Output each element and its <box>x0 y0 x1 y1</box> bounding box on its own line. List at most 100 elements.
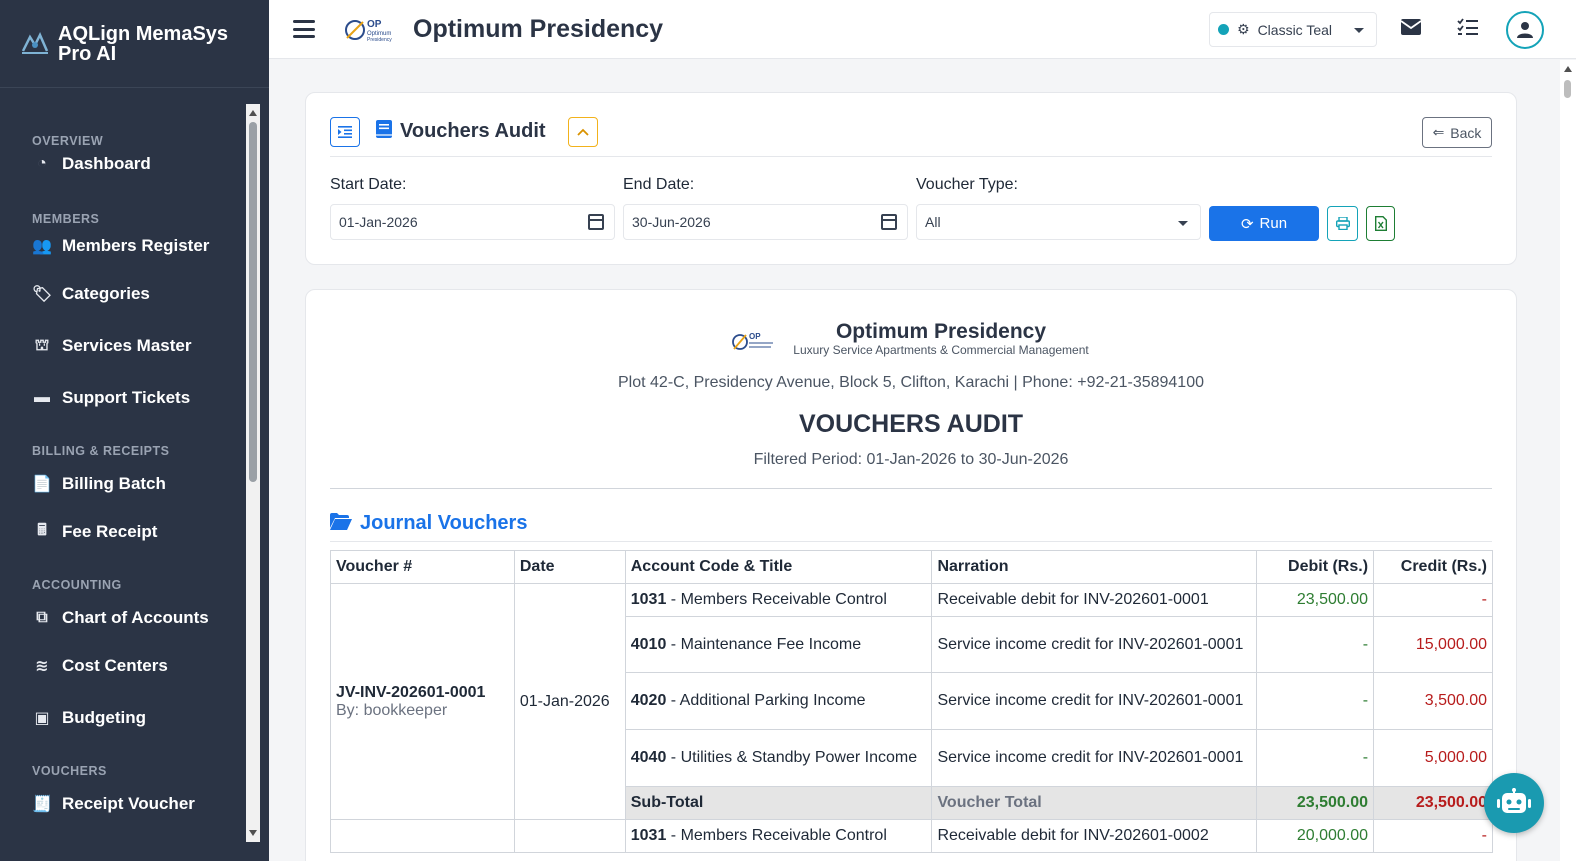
sidebar-item-label: Budgeting <box>62 708 147 727</box>
voucher-cell <box>330 819 515 853</box>
sidebar-scroll-thumb[interactable] <box>249 122 257 482</box>
filter-card: Vouchers Audit ⇐ Back Start Date: 01-Jan… <box>305 92 1517 265</box>
sidebar-item-label: Dashboard <box>62 154 151 173</box>
back-button[interactable]: ⇐ Back <box>1422 117 1492 148</box>
nav-section-title: BILLING & RECEIPTS <box>32 444 170 458</box>
column-header: Voucher # <box>330 550 515 584</box>
receipt-icon: 🧾 <box>32 796 52 813</box>
sidebar-item-support-tickets[interactable]: ▬ Support Tickets <box>0 372 246 424</box>
column-header: Debit (Rs.) <box>1256 550 1375 584</box>
scroll-up-arrow-icon[interactable] <box>249 110 257 116</box>
user-avatar[interactable] <box>1506 11 1544 49</box>
excel-export-button[interactable] <box>1366 206 1395 241</box>
report-company-logo: OP <box>732 332 773 350</box>
account-code: 1031 <box>630 827 667 844</box>
sidebar-item-members-register[interactable]: 👥 Members Register <box>0 224 246 268</box>
end-date-input[interactable]: 30-Jun-2026 <box>623 204 908 240</box>
voucher-author: By: bookkeeper <box>336 701 448 719</box>
subtotal-debit: 23,500.00 <box>1256 786 1375 820</box>
credit-cell: 5,000.00 <box>1373 729 1493 787</box>
sidebar-item-chart-of-accounts[interactable]: ⧉ Chart of Accounts <box>0 596 246 640</box>
sidebar-item-dashboard[interactable]: ◔ Dashboard <box>0 142 246 186</box>
theme-select-value: Classic Teal <box>1257 21 1332 38</box>
main-scrollbar[interactable] <box>1560 60 1576 861</box>
book-icon <box>376 120 392 143</box>
sitemap-icon: ⧉ <box>36 609 48 626</box>
account-code: 4040 <box>630 749 667 766</box>
scroll-up-arrow-icon[interactable] <box>1564 66 1572 72</box>
report-tagline: Luxury Service Apartments & Commercial M… <box>793 343 1089 357</box>
refresh-icon: ⟳ <box>1240 215 1254 233</box>
theme-select[interactable]: ⚙ Classic Teal <box>1209 12 1377 47</box>
table-row: 1031 - Members Receivable Control Receiv… <box>330 819 1493 853</box>
nav-section-title: OVERVIEW <box>32 134 104 148</box>
narration-cell: Receivable debit for INV-202601-0001 <box>931 583 1258 617</box>
voucher-type-value: All <box>925 214 941 230</box>
calendar-icon[interactable] <box>588 214 604 230</box>
sidebar-scrollbar[interactable] <box>246 104 260 842</box>
chevron-down-icon <box>1178 221 1188 226</box>
voucher-total-label: Voucher Total <box>931 786 1258 820</box>
indent-toggle-button[interactable] <box>330 117 360 147</box>
run-button-label: Run <box>1259 215 1288 232</box>
sidebar-item-label: Members Register <box>62 236 210 255</box>
app-name: AQLign MemaSys Pro AI <box>58 22 229 65</box>
vouchers-table: Voucher # Date Account Code & Title Narr… <box>330 550 1493 853</box>
brand[interactable]: AQLign MemaSys Pro AI <box>0 0 269 88</box>
print-button[interactable] <box>1327 206 1358 241</box>
menu-toggle-icon[interactable] <box>293 20 315 38</box>
voucher-date: 01-Jan-2026 <box>513 583 626 820</box>
sidebar-item-billing-batch[interactable]: 📄 Billing Batch <box>0 462 246 506</box>
bell-service-icon: ⛫ <box>34 337 50 354</box>
sidebar-item-receipt-voucher[interactable]: 🧾 Receipt Voucher <box>0 782 246 826</box>
sidebar-item-cost-centers[interactable]: ≋ Cost Centers <box>0 640 246 692</box>
account-code: 4010 <box>630 635 667 653</box>
report-company-name: Optimum Presidency <box>835 320 1047 343</box>
page-title: Optimum Presidency <box>413 14 664 43</box>
account-cell: 1031 - Members Receivable Control <box>624 819 933 853</box>
section-divider <box>330 541 1492 542</box>
end-date-value: 30-Jun-2026 <box>632 214 711 230</box>
task-list-icon[interactable] <box>1457 18 1479 42</box>
sidebar-item-services-master[interactable]: ⛫ Services Master <box>0 320 246 372</box>
collapse-button[interactable] <box>568 117 598 147</box>
debit-cell: - <box>1256 729 1375 787</box>
section-title-text: Journal Vouchers <box>360 512 528 534</box>
narration-cell: Service income credit for INV-202601-000… <box>931 672 1258 730</box>
sidebar-item-categories[interactable]: 🏷 Categories <box>0 268 246 320</box>
debit-cell: 23,500.00 <box>1256 583 1375 617</box>
svg-text:Presidency: Presidency <box>367 37 392 43</box>
voucher-type-select[interactable]: All <box>916 204 1201 240</box>
account-title: - Members Receivable Control <box>666 591 887 608</box>
folder-open-icon <box>330 512 352 535</box>
sidebar-item-label: Chart of Accounts <box>62 608 209 627</box>
credit-cell: 3,500.00 <box>1373 672 1493 730</box>
users-icon: 👥 <box>32 238 52 255</box>
sidebar-item-label: Services Master <box>62 336 192 355</box>
report-address: Plot 42-C, Presidency Avenue, Block 5, C… <box>618 374 1204 391</box>
sidebar-item-budgeting[interactable]: ▣ Budgeting <box>0 692 246 744</box>
money-icon: ▣ <box>34 710 50 727</box>
start-date-input[interactable]: 01-Jan-2026 <box>330 204 615 240</box>
account-code: 1031 <box>630 591 667 608</box>
chatbot-button[interactable] <box>1484 773 1544 833</box>
report-card: OP Optimum Presidency Luxury Service Apa… <box>305 289 1517 861</box>
calendar-icon[interactable] <box>881 214 897 230</box>
account-title: - Maintenance Fee Income <box>666 635 862 653</box>
envelope-icon[interactable] <box>1400 18 1422 42</box>
filter-title-text: Vouchers Audit <box>400 120 546 142</box>
layers-icon: ≋ <box>35 658 49 675</box>
back-button-label: Back <box>1450 124 1482 141</box>
sidebar-item-fee-receipt[interactable]: 🖩 Fee Receipt <box>0 506 246 558</box>
run-button[interactable]: ⟳ Run <box>1209 206 1319 241</box>
voucher-number[interactable]: JV-INV-202601-0001 <box>336 684 509 702</box>
scroll-down-arrow-icon[interactable] <box>249 830 257 836</box>
topbar: OP Optimum Presidency Optimum Presidency… <box>269 0 1576 59</box>
sidebar-item-label: Categories <box>62 284 150 303</box>
sidebar-item-label: Receipt Voucher <box>62 794 195 813</box>
account-title: - Members Receivable Control <box>666 827 887 844</box>
main-scroll-thumb[interactable] <box>1564 80 1571 98</box>
narration-cell: Service income credit for INV-202601-000… <box>931 616 1258 673</box>
arrow-left-icon: ⇐ <box>1432 124 1445 140</box>
sidebar-nav: OVERVIEW ◔ Dashboard MEMBERS 👥 Members R… <box>0 104 246 844</box>
